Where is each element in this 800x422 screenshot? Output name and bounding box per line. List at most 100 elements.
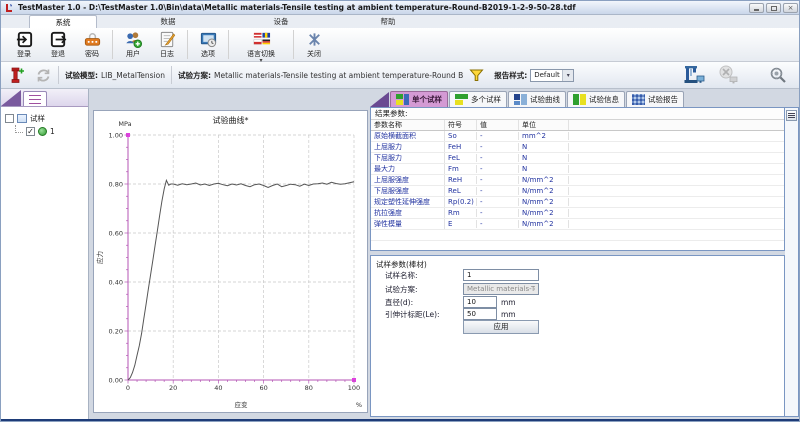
apply-button[interactable]: 应用	[463, 320, 539, 334]
table-cell: So	[445, 132, 477, 140]
specimen-icon	[38, 127, 47, 136]
collapse-strip	[785, 107, 799, 417]
table-row[interactable]	[371, 241, 784, 251]
svg-text:60: 60	[259, 384, 267, 392]
restore-button[interactable]	[766, 3, 781, 13]
results-table-header: 参数名称 符号 值 单位	[371, 120, 784, 131]
table-cell: ReL	[445, 187, 477, 195]
tree-child-label: 1	[50, 127, 55, 136]
table-cell: -	[477, 220, 519, 228]
title-bar[interactable]: TestMaster 1.0 - D:\TestMaster 1.0\Bin\d…	[1, 1, 800, 15]
login-button[interactable]: 登录	[7, 28, 41, 61]
new-specimen-button[interactable]	[7, 66, 25, 85]
report-style-label: 报告样式:	[494, 70, 527, 81]
col-unit: 单位	[519, 120, 569, 130]
gauge-length-input[interactable]	[463, 308, 497, 320]
disconnect-device-button[interactable]	[717, 65, 739, 85]
table-cell: 抗拉强度	[371, 208, 445, 218]
table-cell: ReH	[445, 176, 477, 184]
right-panel: 单个试样 多个试样 试验曲线	[370, 90, 799, 417]
test-model-label: 试验模型:	[65, 70, 98, 81]
language-switch-button[interactable]: 语言切换 ▾	[232, 28, 290, 61]
table-row[interactable]	[371, 230, 784, 241]
test-curve-chart[interactable]: 0204060801000.000.200.400.600.801.00试验曲线…	[94, 111, 367, 412]
ribbon-separator	[187, 30, 188, 59]
table-row[interactable]: 规定塑性延伸强度Rp(0.2)-N/mm^2	[371, 197, 784, 208]
table-row[interactable]: 弹性模量E-N/mm^2	[371, 219, 784, 230]
result-tabs: 单个试样 多个试样 试验曲线	[370, 90, 799, 107]
table-cell: -	[477, 165, 519, 173]
tab-test-info[interactable]: 试验信息	[567, 91, 625, 107]
tab-test-curve[interactable]: 试验曲线	[508, 91, 566, 107]
table-cell: -	[477, 187, 519, 195]
tab-test-report[interactable]: 试验报告	[626, 91, 684, 107]
funnel-warning-icon	[469, 68, 484, 83]
minimize-button[interactable]	[749, 3, 764, 13]
col-parameter-name: 参数名称	[371, 120, 445, 130]
specimen-parameters-panel: 试样参数(棒材) 试样名称: 试验方案: 直径(d): mm	[370, 255, 785, 417]
gauge-length-unit: mm	[501, 310, 516, 319]
window-title: TestMaster 1.0 - D:\TestMaster 1.0\Bin\d…	[18, 3, 576, 12]
panel-menu-button[interactable]	[786, 110, 797, 121]
table-row[interactable]: 下屈服强度ReL-N/mm^2	[371, 186, 784, 197]
table-row[interactable]: 上屈服力FeH-N	[371, 142, 784, 153]
tab-multi-specimen[interactable]: 多个试样	[449, 91, 507, 107]
user-button[interactable]: 用户	[116, 28, 150, 61]
table-cell: 规定塑性延伸强度	[371, 197, 445, 207]
table-row[interactable]: 下屈服力FeL-N	[371, 153, 784, 164]
table-cell: N	[519, 143, 569, 151]
test-scheme-value: Metallic materials-Tensile testing at am…	[214, 71, 463, 80]
svg-text:0.20: 0.20	[109, 327, 123, 335]
logout-button[interactable]: 登退	[41, 28, 75, 61]
options-button[interactable]: 选项	[191, 28, 225, 61]
close-button[interactable]: ×	[783, 3, 798, 13]
corner-triangle-icon	[370, 92, 389, 107]
settings-search-button[interactable]	[769, 66, 787, 84]
table-row[interactable]: 上屈服强度ReH-N/mm^2	[371, 175, 784, 186]
svg-text:0.40: 0.40	[109, 278, 123, 286]
specimen-list-tab[interactable]	[23, 91, 47, 106]
refresh-button[interactable]	[35, 67, 52, 84]
login-icon	[15, 30, 34, 49]
results-table-body: 原始横截面积So-mm^2上屈服力FeH-N下屈服力FeL-N最大力Fm-N上屈…	[371, 131, 784, 251]
table-cell: 下屈服力	[371, 153, 445, 163]
scheme-filter-button[interactable]	[469, 68, 484, 83]
specimen-name-input[interactable]	[463, 269, 539, 281]
table-row[interactable]: 原始横截面积So-mm^2	[371, 131, 784, 142]
table-cell: N/mm^2	[519, 198, 569, 206]
table-cell: FeL	[445, 154, 477, 162]
diameter-input[interactable]	[463, 296, 497, 308]
root-checkbox[interactable]	[5, 114, 14, 123]
specimen-tree: 试样 ✓ 1	[1, 107, 88, 138]
refresh-icon	[35, 67, 52, 84]
table-row[interactable]: 最大力Fm-N	[371, 164, 784, 175]
svg-text:0.60: 0.60	[109, 229, 123, 237]
report-style-select[interactable]: Default ▾	[530, 69, 574, 82]
tree-root-item[interactable]: 试样	[5, 112, 88, 125]
close-app-button[interactable]: 关闭	[297, 28, 331, 61]
menu-tab-data[interactable]: 数据	[143, 15, 193, 28]
table-cell: N	[519, 165, 569, 173]
tree-child-item[interactable]: ✓ 1	[15, 125, 88, 138]
toolbar-separator	[58, 66, 59, 84]
table-row[interactable]: 抗拉强度Rm-N/mm^2	[371, 208, 784, 219]
password-button[interactable]: 密码	[75, 28, 109, 61]
main-area: 试样 ✓ 1 0204060801000.000.200.400.600.801…	[1, 89, 800, 419]
child-checkbox[interactable]: ✓	[26, 127, 35, 136]
table-cell: 最大力	[371, 164, 445, 174]
table-cell: N	[519, 154, 569, 162]
corner-triangle-icon	[1, 90, 21, 106]
menu-tab-device[interactable]: 设备	[256, 15, 306, 28]
diameter-unit: mm	[501, 298, 516, 307]
menu-tab-system[interactable]: 系统	[29, 15, 97, 28]
log-button[interactable]: 日志	[150, 28, 184, 61]
svg-text:0.80: 0.80	[109, 180, 123, 188]
gauge-length-label: 引伸计标距(Le):	[385, 309, 463, 320]
machine-control-button[interactable]	[683, 65, 705, 85]
options-icon	[199, 30, 218, 49]
tab-single-specimen[interactable]: 单个试样	[390, 91, 448, 107]
test-report-icon	[632, 94, 645, 105]
chevron-down-icon: ▾	[562, 70, 573, 81]
menu-tab-help[interactable]: 帮助	[363, 15, 413, 28]
tree-root-label: 试样	[30, 113, 45, 124]
